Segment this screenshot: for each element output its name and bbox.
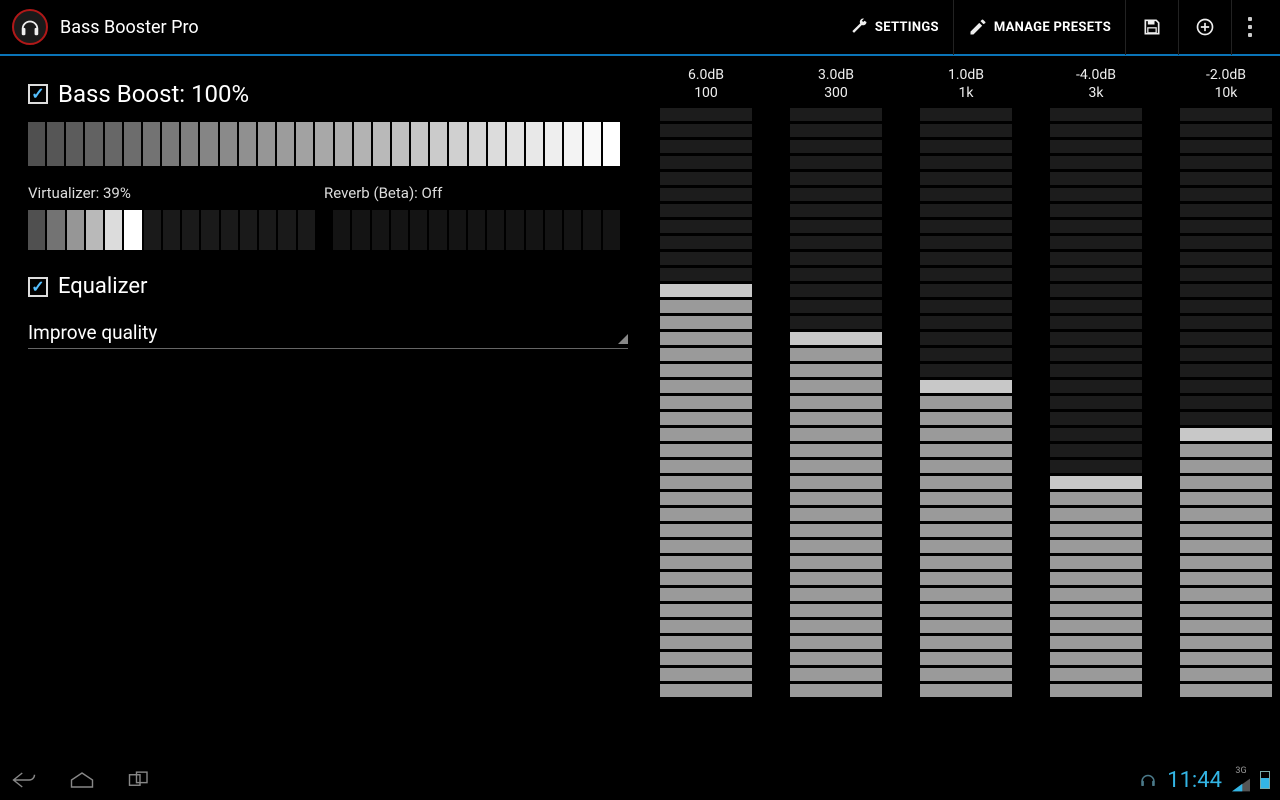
manage-presets-label: MANAGE PRESETS (994, 20, 1111, 35)
eq-band-label: 3.0dB300 (818, 66, 854, 102)
eq-band-300: 3.0dB300 (790, 66, 882, 760)
eq-band-label: 6.0dB100 (688, 66, 724, 102)
clock-text: 11:44 (1167, 768, 1222, 793)
eq-band-label: -4.0dB3k (1076, 66, 1116, 102)
app-title: Bass Booster Pro (60, 17, 199, 38)
equalizer-label: Equalizer (58, 274, 147, 299)
reverb-label: Reverb (Beta): Off (324, 184, 620, 202)
headphones-status-icon (1139, 771, 1157, 789)
bass-boost-toggle-row[interactable]: Bass Boost: 100% (28, 80, 620, 108)
dropdown-triangle-icon (618, 334, 628, 344)
eq-band-label: 1.0dB1k (948, 66, 984, 102)
manage-presets-button[interactable]: MANAGE PRESETS (953, 0, 1125, 55)
bass-boost-slider[interactable] (28, 122, 620, 166)
add-button[interactable] (1178, 0, 1231, 55)
overflow-icon (1248, 17, 1252, 37)
settings-button[interactable]: SETTINGS (835, 0, 953, 55)
network-type: 3G (1235, 767, 1246, 776)
overflow-menu-button[interactable] (1231, 0, 1268, 55)
plus-circle-icon (1195, 17, 1215, 37)
battery-icon (1260, 771, 1270, 789)
save-icon (1142, 17, 1162, 37)
eq-band-1k: 1.0dB1k (920, 66, 1012, 760)
eq-band-3k: -4.0dB3k (1050, 66, 1142, 760)
equalizer-checkbox[interactable] (28, 277, 48, 297)
recent-apps-nav-icon[interactable] (126, 769, 154, 791)
eq-band-slider[interactable] (660, 108, 752, 760)
eq-band-slider[interactable] (1050, 108, 1142, 760)
home-nav-icon[interactable] (68, 769, 96, 791)
back-nav-icon[interactable] (10, 769, 38, 791)
app-icon (12, 9, 48, 45)
settings-label: SETTINGS (875, 20, 939, 35)
signal-icon (1232, 776, 1250, 794)
eq-band-slider[interactable] (920, 108, 1012, 760)
virtualizer-label: Virtualizer: 39% (28, 184, 324, 202)
save-button[interactable] (1125, 0, 1178, 55)
eq-band-slider[interactable] (1180, 108, 1272, 760)
pencil-icon (968, 17, 988, 37)
equalizer-toggle-row[interactable]: Equalizer (28, 274, 620, 299)
eq-band-label: -2.0dB10k (1206, 66, 1246, 102)
bass-boost-checkbox[interactable] (28, 84, 48, 104)
wrench-icon (849, 17, 869, 37)
bass-boost-label: Bass Boost: 100% (58, 80, 249, 108)
eq-band-10k: -2.0dB10k (1180, 66, 1272, 760)
eq-band-slider[interactable] (790, 108, 882, 760)
preset-value: Improve quality (28, 321, 157, 344)
virtualizer-slider[interactable] (28, 210, 315, 250)
eq-band-100: 6.0dB100 (660, 66, 752, 760)
reverb-slider[interactable] (333, 210, 620, 250)
preset-select[interactable]: Improve quality (28, 313, 628, 349)
